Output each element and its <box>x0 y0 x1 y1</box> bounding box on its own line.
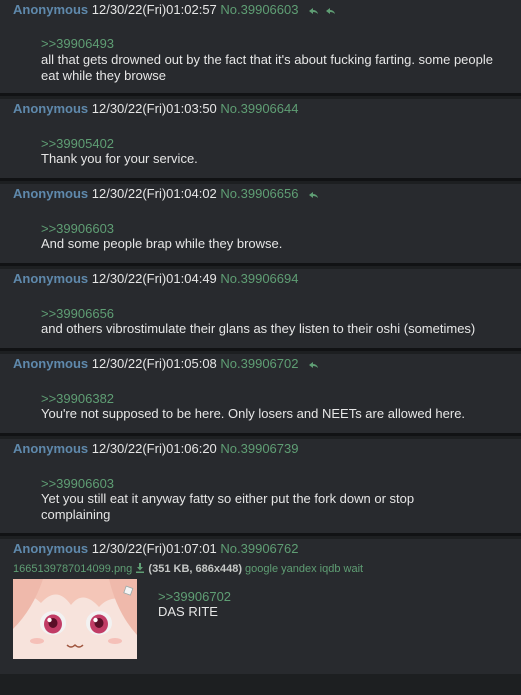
post-number-link[interactable]: No.39906694 <box>220 271 298 286</box>
download-icon[interactable] <box>135 563 145 575</box>
post-message: Thank you for your service. <box>41 151 198 166</box>
post-message: Yet you still eat it anyway fatty so eit… <box>41 491 415 522</box>
post-separator <box>0 348 521 351</box>
post: Anonymous 12/30/22(Fri)01:04:02 No.39906… <box>0 184 521 263</box>
file-name-link[interactable]: 1665139787014099.png <box>13 563 132 575</box>
post-number-link[interactable]: No.39906762 <box>220 541 298 556</box>
reply-arrow-icon[interactable] <box>308 185 319 205</box>
post-number-link[interactable]: No.39906702 <box>220 356 298 371</box>
reply-arrow-icon[interactable] <box>325 1 336 21</box>
post-date: 12/30/22(Fri)01:04:49 <box>91 271 217 286</box>
file-meta: (351 KB, 686x448) <box>148 563 242 575</box>
post-date: 12/30/22(Fri)01:04:02 <box>91 186 217 201</box>
post-header: Anonymous 12/30/22(Fri)01:04:02 No.39906… <box>13 184 319 204</box>
post-header: Anonymous 12/30/22(Fri)01:03:50 No.39906… <box>13 99 298 119</box>
post: Anonymous 12/30/22(Fri)01:04:49 No.39906… <box>0 269 521 348</box>
post-header: Anonymous 12/30/22(Fri)01:06:20 No.39906… <box>13 439 298 459</box>
post-separator <box>0 433 521 436</box>
quote-link[interactable]: >>39906603 <box>41 476 114 491</box>
poster-name: Anonymous <box>13 271 89 286</box>
post-message: You're not supposed to be here. Only los… <box>41 406 466 421</box>
poster-name: Anonymous <box>13 186 89 201</box>
quote-link[interactable]: >>39906702 <box>158 589 231 604</box>
post: Anonymous 12/30/22(Fri)01:06:20 No.39906… <box>0 439 521 533</box>
poster-name: Anonymous <box>13 541 89 556</box>
post-number-link[interactable]: No.39906644 <box>220 101 298 116</box>
post-date: 12/30/22(Fri)01:02:57 <box>91 2 217 17</box>
post-number-link[interactable]: No.39906656 <box>220 186 298 201</box>
image-search-links[interactable]: google yandex iqdb wait <box>245 563 363 575</box>
post-number-link[interactable]: No.39906603 <box>220 2 298 17</box>
post-message: And some people brap while they browse. <box>41 236 283 251</box>
quote-link[interactable]: >>39906493 <box>41 36 114 51</box>
post-number-link[interactable]: No.39906739 <box>220 441 298 456</box>
post-header: Anonymous 12/30/22(Fri)01:05:08 No.39906… <box>13 354 319 374</box>
post: Anonymous 12/30/22(Fri)01:07:01 No.39906… <box>0 539 521 674</box>
post-message: DAS RITE <box>158 604 218 619</box>
quote-link[interactable]: >>39906603 <box>41 221 114 236</box>
post-date: 12/30/22(Fri)01:06:20 <box>91 441 217 456</box>
post: Anonymous 12/30/22(Fri)01:02:57 No.39906… <box>0 0 521 93</box>
post-separator <box>0 93 521 96</box>
post-separator <box>0 263 521 266</box>
post: Anonymous 12/30/22(Fri)01:03:50 No.39906… <box>0 99 521 178</box>
post-message: all that gets drowned out by the fact th… <box>41 52 493 83</box>
reply-arrow-icon[interactable] <box>308 355 319 375</box>
quote-link[interactable]: >>39905402 <box>41 136 114 151</box>
post-header: Anonymous 12/30/22(Fri)01:07:01 No.39906… <box>13 539 298 559</box>
poster-name: Anonymous <box>13 2 89 17</box>
post-thumbnail[interactable] <box>13 579 137 695</box>
post-separator <box>0 178 521 181</box>
post-date: 12/30/22(Fri)01:05:08 <box>91 356 217 371</box>
post: Anonymous 12/30/22(Fri)01:05:08 No.39906… <box>0 354 521 433</box>
quote-link[interactable]: >>39906382 <box>41 391 114 406</box>
poster-name: Anonymous <box>13 441 89 456</box>
post-message: and others vibrostimulate their glans as… <box>41 321 476 336</box>
poster-name: Anonymous <box>13 356 89 371</box>
file-info: 1665139787014099.png (351 KB, 686x448) g… <box>13 563 363 575</box>
post-header: Anonymous 12/30/22(Fri)01:04:49 No.39906… <box>13 269 298 289</box>
quote-link[interactable]: >>39906656 <box>41 306 114 321</box>
post-header: Anonymous 12/30/22(Fri)01:02:57 No.39906… <box>13 0 336 20</box>
post-date: 12/30/22(Fri)01:07:01 <box>91 541 217 556</box>
reply-arrow-icon[interactable] <box>308 1 319 21</box>
post-separator <box>0 533 521 536</box>
poster-name: Anonymous <box>13 101 89 116</box>
post-date: 12/30/22(Fri)01:03:50 <box>91 101 217 116</box>
